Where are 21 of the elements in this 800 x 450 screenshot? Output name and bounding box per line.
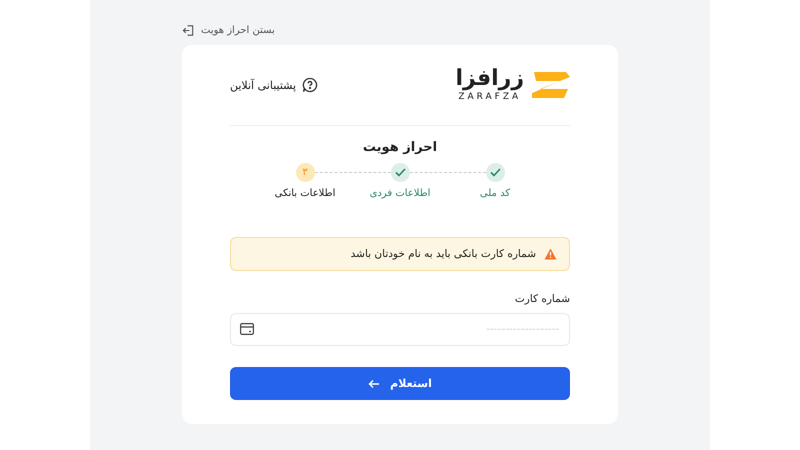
field-label: شماره کارت xyxy=(514,293,570,305)
alert-text: شماره کارت بانکی باید به نام خودتان باشد xyxy=(350,248,536,260)
support-link[interactable]: پشتیبانی آنلاین xyxy=(230,77,318,93)
card-number-field[interactable]: ----–----–----–---- xyxy=(230,313,570,346)
help-chat-icon xyxy=(302,77,318,93)
card-icon xyxy=(240,323,254,335)
warning-icon xyxy=(544,248,557,260)
check-icon xyxy=(490,168,500,177)
step-label: اطلاعات فردی xyxy=(370,188,430,199)
submit-button[interactable]: استعلام xyxy=(230,367,570,400)
check-icon xyxy=(394,168,406,177)
logo-latin-text: ZARAFZA xyxy=(458,93,522,102)
logo-text: زرافزا xyxy=(455,68,524,90)
logo-icon xyxy=(532,72,570,98)
exit-icon xyxy=(182,24,195,37)
step-number: ۳ xyxy=(296,163,314,182)
step-label: کد ملی xyxy=(480,188,510,199)
step-label: اطلاعات بانکی xyxy=(274,188,336,199)
page-title: احراز هویت xyxy=(362,140,438,155)
close-link[interactable]: بستن احراز هویت xyxy=(182,24,275,37)
arrow-left-icon xyxy=(368,378,380,388)
